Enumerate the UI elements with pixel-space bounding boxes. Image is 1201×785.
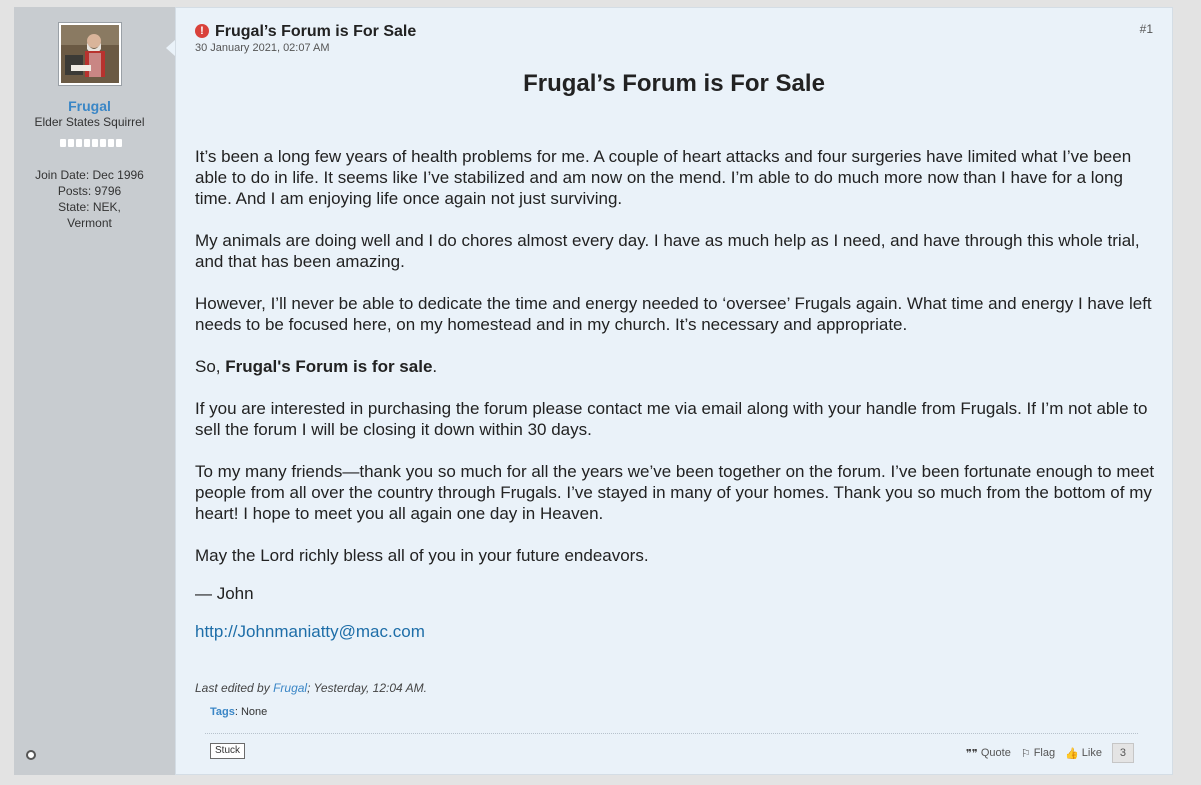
- edit-notice: Last edited by Frugal; Yesterday, 12:04 …: [195, 681, 427, 695]
- stuck-badge: Stuck: [210, 743, 246, 759]
- username[interactable]: Frugal: [14, 98, 165, 114]
- like-button[interactable]: 👍 Like: [1065, 747, 1102, 760]
- tags-label[interactable]: Tags: [210, 706, 235, 718]
- user-avatar[interactable]: [58, 22, 122, 86]
- avatar-image: [61, 25, 119, 83]
- edit-prefix: Last edited by: [195, 681, 274, 695]
- divider: [205, 733, 1138, 734]
- paragraph: It’s been a long few years of health pro…: [195, 147, 1132, 208]
- tags-value: : None: [234, 706, 268, 718]
- paragraph: However, I’ll never be able to dedicate …: [195, 294, 1152, 334]
- flag-icon: ⚐: [1020, 747, 1031, 760]
- edit-suffix: ; Yesterday, 12:04 AM.: [307, 681, 427, 695]
- user-state-region: Vermont: [67, 216, 112, 230]
- flag-button[interactable]: ⚐ Flag: [1021, 747, 1055, 760]
- post-body: It’s been a long few years of health pro…: [195, 146, 1157, 659]
- reputation-bar: [60, 139, 122, 147]
- post-actions: ❞❞ Quote ⚐ Flag 👍 Like 3: [966, 742, 1134, 764]
- like-label: Like: [1081, 747, 1102, 759]
- tags-row: Tags: None: [210, 706, 267, 718]
- email-link[interactable]: http://Johnmaniatty@mac.com: [195, 622, 425, 641]
- post-title: Frugal’s Forum is For Sale: [215, 23, 417, 40]
- like-count[interactable]: 3: [1111, 743, 1134, 763]
- signature: — John: [195, 584, 254, 603]
- paragraph: May the Lord richly bless all of you in …: [195, 546, 649, 565]
- thumbs-up-icon: 👍: [1065, 747, 1079, 760]
- post-count: Posts: 9796: [57, 184, 122, 198]
- paragraph: If you are interested in purchasing the …: [195, 399, 1148, 439]
- editor-link[interactable]: Frugal: [273, 681, 307, 695]
- quote-button[interactable]: ❞❞ Quote: [966, 747, 1011, 760]
- post-headline: Frugal’s Forum is For Sale: [523, 70, 825, 97]
- sale-prefix: So,: [195, 357, 226, 376]
- user-info: Join Date: Dec 1996 Posts: 9796 State: N…: [14, 167, 165, 231]
- flag-label: Flag: [1033, 747, 1056, 759]
- sale-bold: Frugal's Forum is for sale: [225, 357, 433, 376]
- paragraph: To my many friends—thank you so much for…: [195, 462, 1155, 523]
- quote-label: Quote: [980, 747, 1011, 759]
- quote-icon: ❞❞: [966, 747, 978, 760]
- sale-suffix: .: [432, 357, 438, 376]
- join-date: Join Date: Dec 1996: [35, 168, 144, 182]
- paragraph: My animals are doing well and I do chore…: [195, 231, 1140, 271]
- post-date: 30 January 2021, 02:07 AM: [195, 42, 330, 54]
- user-state: State: NEK,: [58, 200, 121, 214]
- post-number-link[interactable]: #1: [1120, 22, 1153, 36]
- post-pointer: [166, 40, 175, 56]
- user-title: Elder States Squirrel: [34, 115, 145, 129]
- online-status-icon: [26, 750, 36, 760]
- alert-icon: !: [195, 24, 209, 38]
- sale-paragraph: So, Frugal's Forum is for sale.: [195, 356, 1157, 377]
